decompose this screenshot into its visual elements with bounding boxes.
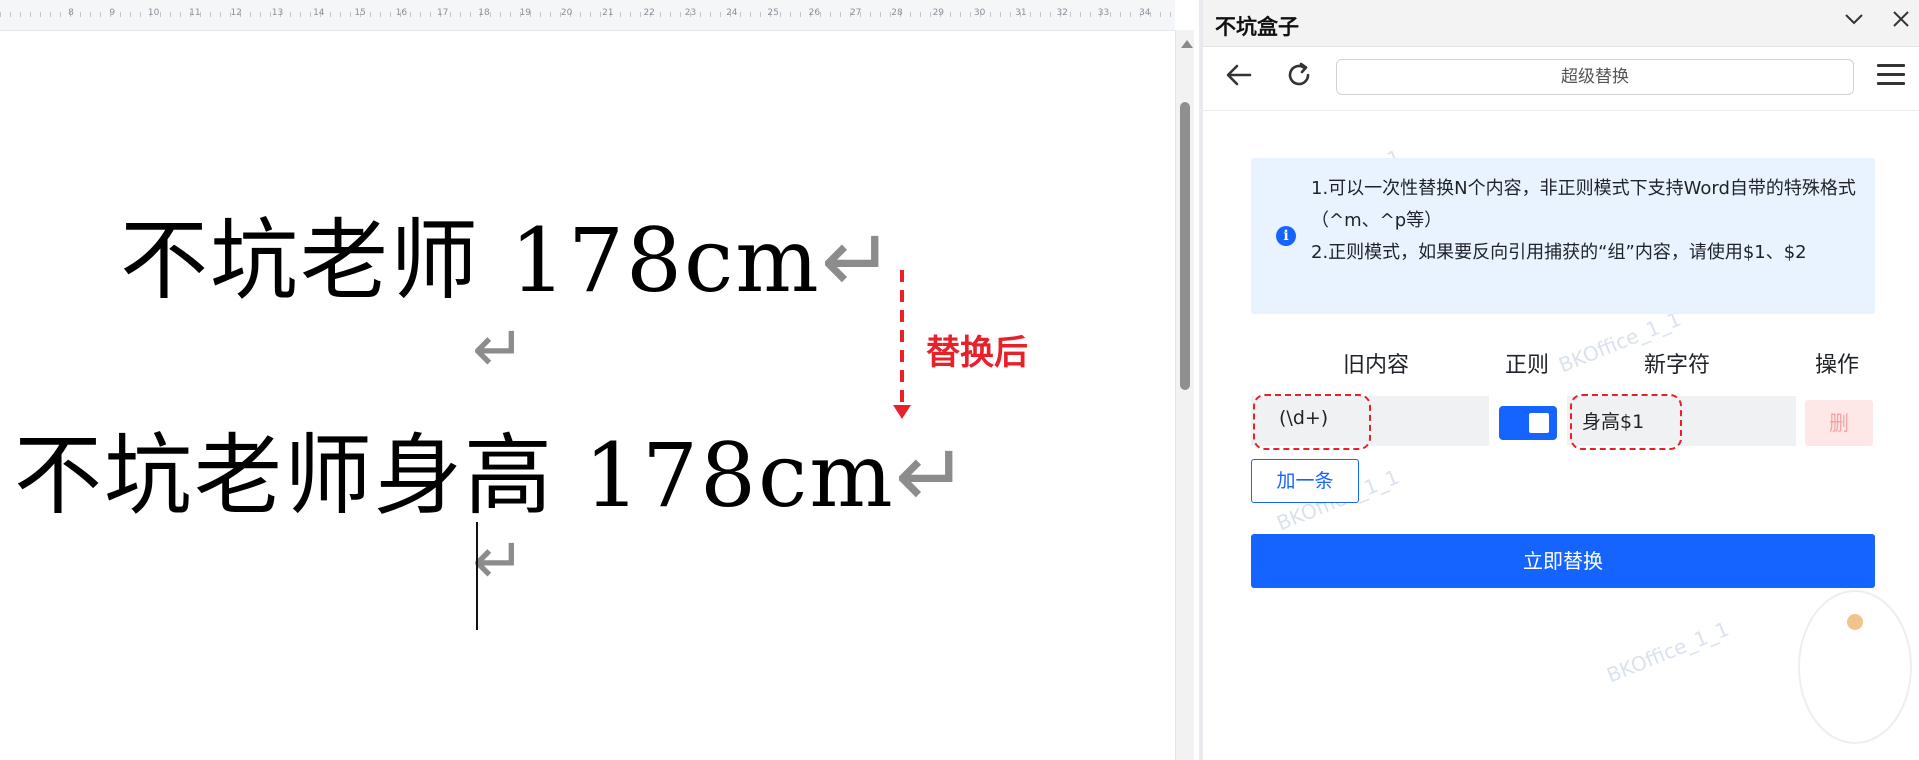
ruler-number: 11 (189, 8, 201, 18)
paragraph-mark-icon: ↵ (820, 209, 897, 312)
ruler-number: 21 (602, 8, 614, 18)
text-cursor (476, 522, 478, 630)
ruler-number: 27 (849, 8, 862, 18)
info-line-2: 2.正则模式，如果要反向引用捕获的“组”内容，请使用$1、$2 (1311, 242, 1807, 263)
scroll-up-icon[interactable] (1181, 40, 1193, 48)
document-scrollbar[interactable] (1175, 30, 1194, 760)
info-icon: i (1276, 226, 1296, 246)
annotation-arrow-head (893, 405, 911, 419)
info-notice: i 1.可以一次性替换N个内容，非正则模式下支持Word自带的特殊格式（^m、^… (1251, 158, 1875, 314)
close-icon[interactable] (1886, 8, 1916, 38)
doc-line-3[interactable]: 不坑老师身高 178cm↵ (14, 405, 970, 532)
plugin-panel: 不坑盒子 超级替换 BKOffice_1_1 BKOffice_1_1 BKOf… (1199, 0, 1919, 760)
doc-line-1-text: 不坑老师 178cm (120, 209, 821, 312)
ruler-number: 32 (1056, 8, 1068, 18)
paragraph-mark-icon: ↵ (472, 313, 526, 387)
column-header-op: 操作 (1815, 353, 1860, 378)
ruler-number: 13 (271, 8, 284, 18)
ruler-number: 31 (1015, 8, 1027, 18)
ruler-number: 18 (478, 8, 490, 18)
ruler-number: 9 (109, 8, 116, 18)
arrow-left-icon[interactable] (1221, 60, 1257, 96)
ruler-number: 24 (726, 8, 738, 18)
ruler-number: 25 (767, 8, 779, 18)
panel-toolbar: 超级替换 (1203, 46, 1919, 111)
ruler-number: 34 (1139, 8, 1151, 18)
ruler-number: 8 (68, 8, 74, 18)
annotation-dashed-arrow (900, 270, 904, 410)
ruler-number: 22 (643, 8, 655, 18)
hamburger-menu-icon[interactable] (1877, 64, 1905, 88)
annotation-label: 替换后 (926, 333, 1028, 373)
regex-toggle[interactable] (1499, 406, 1557, 440)
horizontal-ruler[interactable]: 8 9 10 11 12 13 14 15 16 17 18 19 20 21 22 23 24 25 26 27 28… (0, 0, 1175, 31)
ruler-number: 12 (230, 8, 242, 18)
ruler-number: 29 (932, 8, 945, 18)
toggle-knob (1529, 413, 1549, 433)
add-row-button[interactable]: 加一条 (1251, 459, 1359, 503)
paragraph-mark-icon: ↵ (472, 525, 526, 599)
ruler-number: 23 (684, 8, 697, 18)
paragraph-mark-icon: ↵ (894, 424, 971, 527)
refresh-icon[interactable] (1281, 60, 1317, 96)
new-content-value: 身高$1 (1582, 411, 1645, 433)
doc-line-1[interactable]: 不坑老师 178cm↵ (120, 190, 896, 317)
floating-assistant-dot (1847, 614, 1863, 630)
replace-now-button[interactable]: 立即替换 (1251, 534, 1875, 588)
ruler-number: 10 (147, 8, 160, 18)
ruler-numbers: 8 9 10 11 12 13 14 15 16 17 18 19 20 21 22 23 24 25 26 27 28… (0, 0, 1175, 30)
info-line-1: 1.可以一次性替换N个内容，非正则模式下支持Word自带的特殊格式（^m、^p等… (1311, 178, 1856, 231)
delete-row-button[interactable]: 删 (1805, 400, 1873, 446)
column-header-regex: 正则 (1505, 353, 1550, 378)
ruler-number: 14 (313, 8, 325, 18)
ruler-number: 16 (395, 8, 408, 18)
panel-title-bar: 不坑盒子 (1203, 0, 1919, 47)
ruler-number: 30 (973, 8, 986, 18)
ruler-number: 15 (354, 8, 366, 18)
ruler-number: 19 (519, 8, 532, 18)
info-text: 1.可以一次性替换N个内容，非正则模式下支持Word自带的特殊格式（^m、^p等… (1311, 173, 1863, 269)
doc-line-3-text: 不坑老师身高 178cm (14, 424, 895, 527)
chevron-down-icon[interactable] (1839, 8, 1869, 38)
ruler-number: 26 (808, 8, 821, 18)
watermark: BKOffice_1_1 (1603, 616, 1733, 688)
address-field[interactable]: 超级替换 (1336, 59, 1854, 95)
column-header-old: 旧内容 (1343, 353, 1410, 378)
ruler-number: 28 (891, 8, 903, 18)
ruler-number: 20 (560, 8, 573, 18)
column-header-new: 新字符 (1644, 353, 1711, 378)
ruler-number: 33 (1097, 8, 1110, 18)
ruler-number: 17 (436, 8, 449, 18)
document-canvas[interactable]: 8 9 10 11 12 13 14 15 16 17 18 19 20 21 22 23 24 25 26 27 28… (0, 0, 1175, 760)
old-content-value: (\d+) (1279, 407, 1329, 429)
scrollbar-thumb[interactable] (1180, 102, 1190, 390)
panel-title: 不坑盒子 (1215, 15, 1299, 39)
